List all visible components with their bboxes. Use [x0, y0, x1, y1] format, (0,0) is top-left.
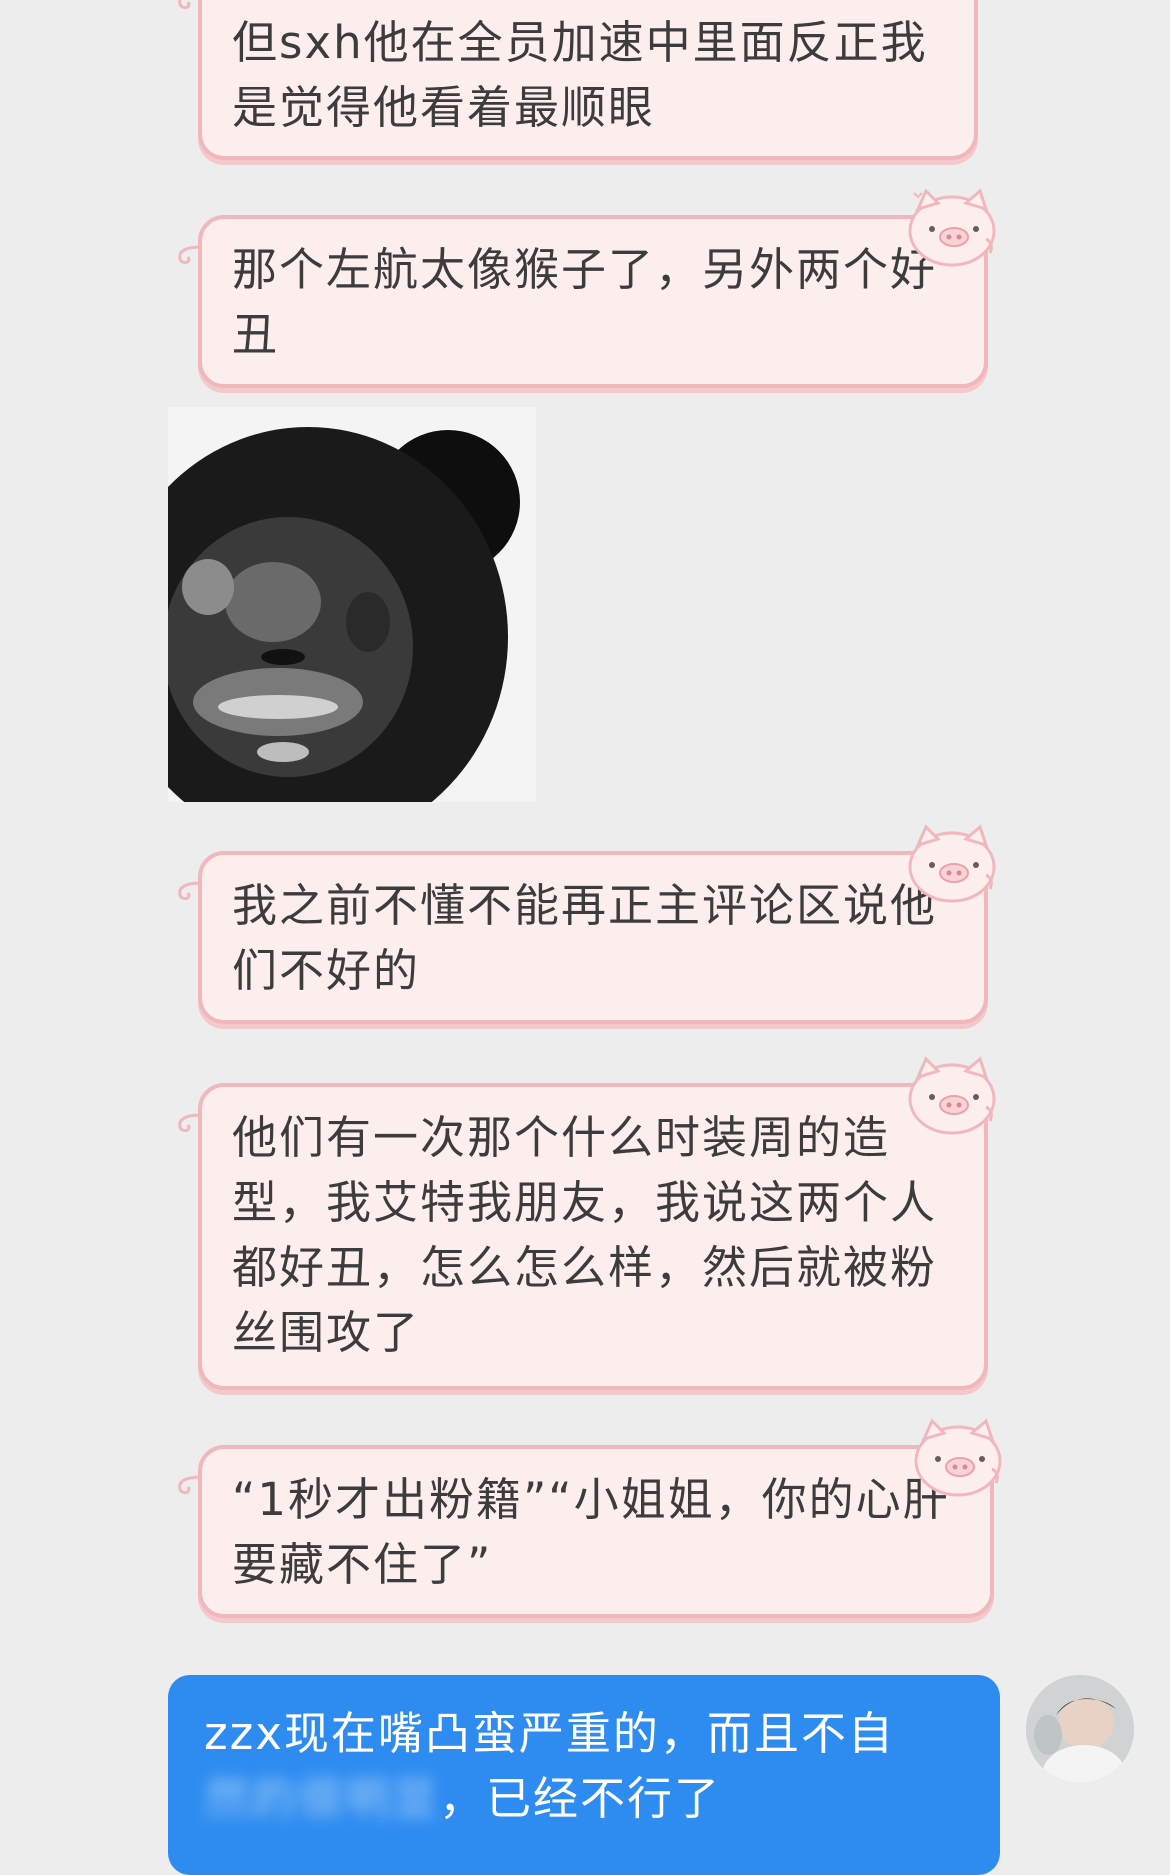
message-bubble[interactable]: 他们有一次那个什么时装周的造型，我艾特我朋友，我说这两个人都好丑，怎么怎么样，然…: [178, 1056, 996, 1390]
message-text: 我之前不懂不能再正主评论区说他们不好的: [232, 879, 938, 997]
sent-message-bubble[interactable]: zzx现在嘴凸蛮严重的，而且不自 然的很明显，已经不行了: [168, 1675, 1000, 1875]
pig-face-icon: [914, 1418, 1002, 1497]
bubble-tail-icon: [178, 0, 191, 10]
message-text: 但sxh他在全员加速中里面反正我是觉得他看着最顺眼: [232, 16, 928, 134]
panda-meme-sticker-icon: [168, 407, 536, 802]
message-text: zzx现在嘴凸蛮严重的，而且不自: [204, 1707, 895, 1760]
blurred-text: 然的很明显: [204, 1772, 440, 1825]
bubble-tail-icon: [178, 1475, 202, 1495]
bubble-tail-icon: [178, 245, 202, 265]
chat-area: 但sxh他在全员加速中里面反正我是觉得他看着最顺眼 那个左航太像猴子了，另外两个…: [0, 0, 1170, 1875]
message-bubble[interactable]: “1秒才出粉籍”“小姐姐，你的心肝要藏不住了”: [178, 1418, 1002, 1618]
message-bubble[interactable]: 但sxh他在全员加速中里面反正我是觉得他看着最顺眼: [178, 0, 978, 160]
message-text: “1秒才出粉籍”“小姐姐，你的心肝要藏不住了”: [232, 1473, 950, 1591]
message-text: 他们有一次那个什么时装周的造型，我艾特我朋友，我说这两个人都好丑，怎么怎么样，然…: [232, 1111, 938, 1359]
user-avatar[interactable]: [1026, 1675, 1134, 1783]
message-bubble[interactable]: 那个左航太像猴子了，另外两个好丑: [178, 188, 996, 388]
message-text-end: ，已经不行了: [439, 1772, 722, 1825]
panda-meme-image[interactable]: [168, 407, 536, 802]
avatar-photo-icon: [1026, 1675, 1134, 1783]
bubble-tail-icon: [178, 881, 202, 901]
bubble-tail-icon: [178, 1113, 202, 1133]
pig-face-icon: [908, 188, 996, 267]
pig-face-icon: [908, 1056, 996, 1135]
pig-face-icon: [908, 824, 996, 903]
message-bubble[interactable]: 我之前不懂不能再正主评论区说他们不好的: [178, 824, 996, 1024]
message-text: 那个左航太像猴子了，另外两个好丑: [232, 243, 938, 361]
